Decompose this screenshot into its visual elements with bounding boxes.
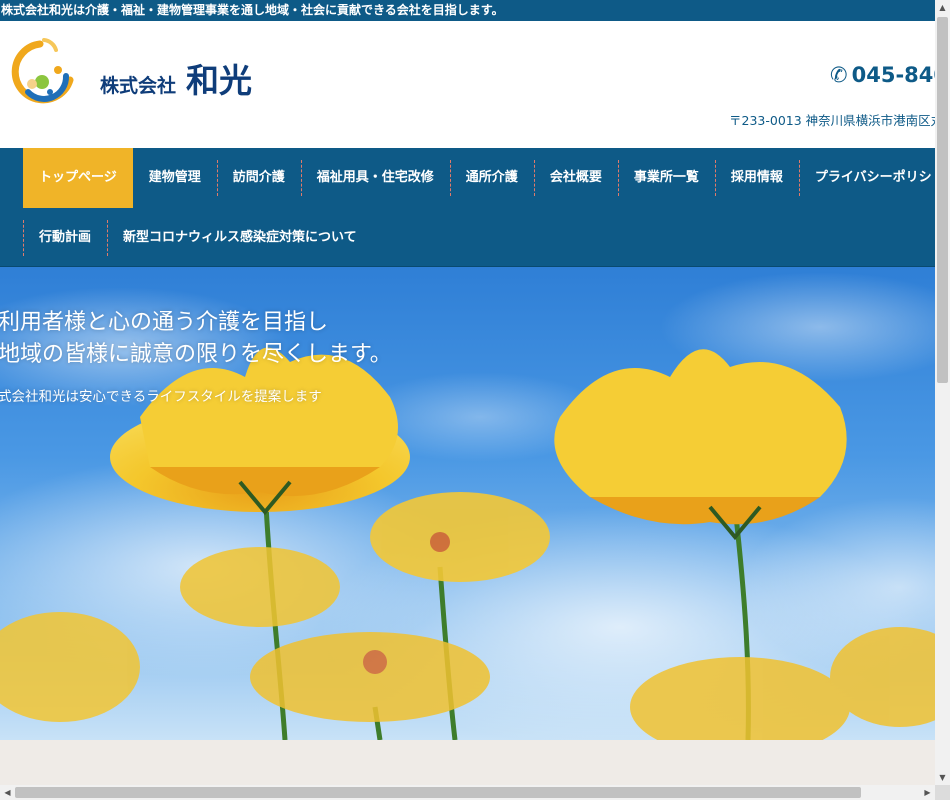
nav-item-home-care[interactable]: 訪問介護 [216, 148, 301, 208]
tagline-text: 株式会社和光は介護・福祉・建物管理事業を通し地域・社会に貢献できる会社を目指しま… [1, 3, 504, 17]
nav-item-top-page[interactable]: トップページ [23, 148, 133, 208]
site-header: 株式会社和光 ✆045-840 〒233-0013 神奈川県横浜市港南区丸 [0, 21, 935, 148]
phone-text: 045-840 [851, 63, 935, 87]
horizontal-scrollbar[interactable]: ◀ ▶ [0, 785, 935, 800]
nav-item-privacy-policy[interactable]: プライバシーポリシ [798, 148, 935, 208]
scroll-right-arrow-icon[interactable]: ▶ [920, 785, 935, 800]
scroll-left-arrow-icon[interactable]: ◀ [0, 785, 15, 800]
company-logo-icon[interactable] [4, 36, 74, 106]
scroll-down-arrow-icon[interactable]: ▼ [935, 770, 950, 785]
nav-item-building-management[interactable]: 建物管理 [133, 148, 217, 208]
hero-banner: 利用者様と心の通う介護を目指し 地域の皆様に誠意の限りを尽くします。 式会社和光… [0, 267, 935, 740]
nav-item-welfare-equipment[interactable]: 福祉用具・住宅改修 [300, 148, 450, 208]
phone-icon: ✆ [830, 63, 848, 87]
hero-text-overlay: 利用者様と心の通う介護を目指し 地域の皆様に誠意の限りを尽くします。 式会社和光… [0, 307, 392, 405]
top-tagline-bar: 株式会社和光は介護・福祉・建物管理事業を通し地域・社会に貢献できる会社を目指しま… [0, 0, 935, 21]
vertical-scroll-thumb[interactable] [937, 17, 948, 383]
nav-item-office-list[interactable]: 事業所一覧 [617, 148, 715, 208]
nav-item-day-service[interactable]: 通所介護 [449, 148, 534, 208]
company-name[interactable]: 株式会社 和光 [100, 54, 252, 102]
main-navigation: トップページ 建物管理 訪問介護 福祉用具・住宅改修 通所介護 会社概要 事業所… [0, 148, 935, 267]
phone-number[interactable]: ✆045-840 [830, 63, 935, 87]
vertical-scrollbar[interactable]: ▲ ▼ [935, 0, 950, 785]
nav-row-1: トップページ 建物管理 訪問介護 福祉用具・住宅改修 通所介護 会社概要 事業所… [23, 148, 935, 208]
scroll-up-arrow-icon[interactable]: ▲ [935, 0, 950, 15]
nav-item-action-plan[interactable]: 行動計画 [23, 208, 107, 268]
nav-item-covid-measures[interactable]: 新型コロナウィルス感染症対策について [107, 208, 373, 268]
company-prefix: 株式会社 [100, 75, 177, 97]
horizontal-scroll-thumb[interactable] [15, 787, 861, 798]
company-address: 〒233-0013 神奈川県横浜市港南区丸 [729, 113, 935, 128]
hero-headline-2: 地域の皆様に誠意の限りを尽くします。 [0, 342, 392, 367]
scrollbar-corner [935, 785, 950, 800]
nav-row-2: 行動計画 新型コロナウィルス感染症対策について [23, 208, 373, 268]
company-name-main: 和光 [186, 61, 253, 100]
hero-headline-1: 利用者様と心の通う介護を目指し [0, 310, 329, 335]
nav-item-recruitment[interactable]: 採用情報 [714, 148, 799, 208]
hero-subtitle: 式会社和光は安心できるライフスタイルを提案します [0, 389, 322, 405]
browser-viewport: 株式会社和光は介護・福祉・建物管理事業を通し地域・社会に貢献できる会社を目指しま… [0, 0, 935, 785]
nav-item-company-profile[interactable]: 会社概要 [533, 148, 618, 208]
